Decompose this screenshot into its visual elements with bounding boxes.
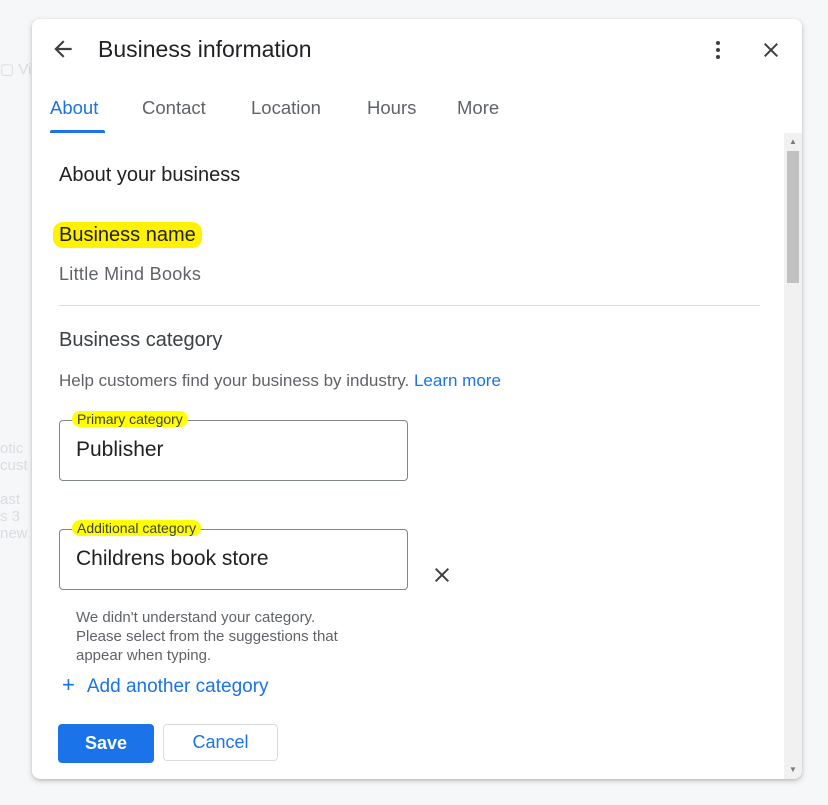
remove-category-button[interactable] [430, 563, 454, 587]
save-button[interactable]: Save [58, 724, 154, 763]
business-name-label-text: Business name [53, 222, 202, 248]
scroll-up-arrow-icon[interactable]: ▲ [784, 135, 802, 149]
cancel-button[interactable]: Cancel [163, 724, 278, 761]
tab-about[interactable]: About [50, 97, 98, 119]
error-line: Please select from the suggestions that [76, 628, 338, 645]
learn-more-link[interactable]: Learn more [414, 371, 501, 390]
close-icon [764, 43, 778, 57]
background-page: ▢ Vi [0, 61, 32, 78]
additional-category-value: Childrens book store [76, 547, 269, 570]
close-icon [435, 568, 449, 582]
dialog-header: Business information [32, 19, 802, 83]
tab-location[interactable]: Location [251, 97, 321, 119]
add-another-category-label: Add another category [86, 676, 269, 697]
tab-hours[interactable]: Hours [367, 97, 416, 119]
background-page: otic cust ast s 3 new [0, 440, 28, 542]
primary-category-value: Publisher [76, 438, 164, 461]
divider [59, 305, 760, 306]
more-vert-icon [716, 41, 720, 59]
more-options-button[interactable] [706, 37, 730, 63]
business-information-dialog: Business information About Contact Locat… [32, 19, 802, 779]
plus-icon: + [62, 672, 75, 697]
scroll-down-arrow-icon[interactable]: ▼ [784, 763, 802, 777]
additional-category-label: Additional category [72, 520, 202, 536]
business-category-title: Business category [59, 329, 223, 351]
business-name-value[interactable]: Little Mind Books [59, 264, 201, 285]
vertical-scrollbar[interactable]: ▲ ▼ [784, 133, 802, 779]
category-help-label: Help customers find your business by ind… [59, 371, 410, 390]
error-line: appear when typing. [76, 647, 212, 664]
add-another-category-button[interactable]: + Add another category [62, 672, 269, 698]
dialog-title: Business information [98, 36, 312, 62]
business-name-label: Business name [53, 222, 202, 248]
close-button[interactable] [759, 37, 783, 63]
category-help-text: Help customers find your business by ind… [59, 371, 501, 391]
error-line: We didn't understand your category. [76, 609, 316, 626]
additional-category-input[interactable]: Additional category Childrens book store [59, 520, 408, 590]
primary-category-label: Primary category [72, 411, 188, 427]
back-button[interactable] [50, 36, 76, 62]
arrow-left-icon [54, 40, 72, 58]
tab-more[interactable]: More [457, 97, 499, 119]
scroll-thumb[interactable] [787, 151, 799, 283]
primary-category-input[interactable]: Primary category Publisher [59, 411, 408, 481]
tab-contact[interactable]: Contact [142, 97, 206, 119]
section-title: About your business [59, 164, 241, 186]
category-error-message: We didn't understand your category. Plea… [76, 608, 406, 665]
tab-bar: About Contact Location Hours More [32, 89, 802, 133]
about-content: About your business Business name Little… [32, 133, 782, 779]
